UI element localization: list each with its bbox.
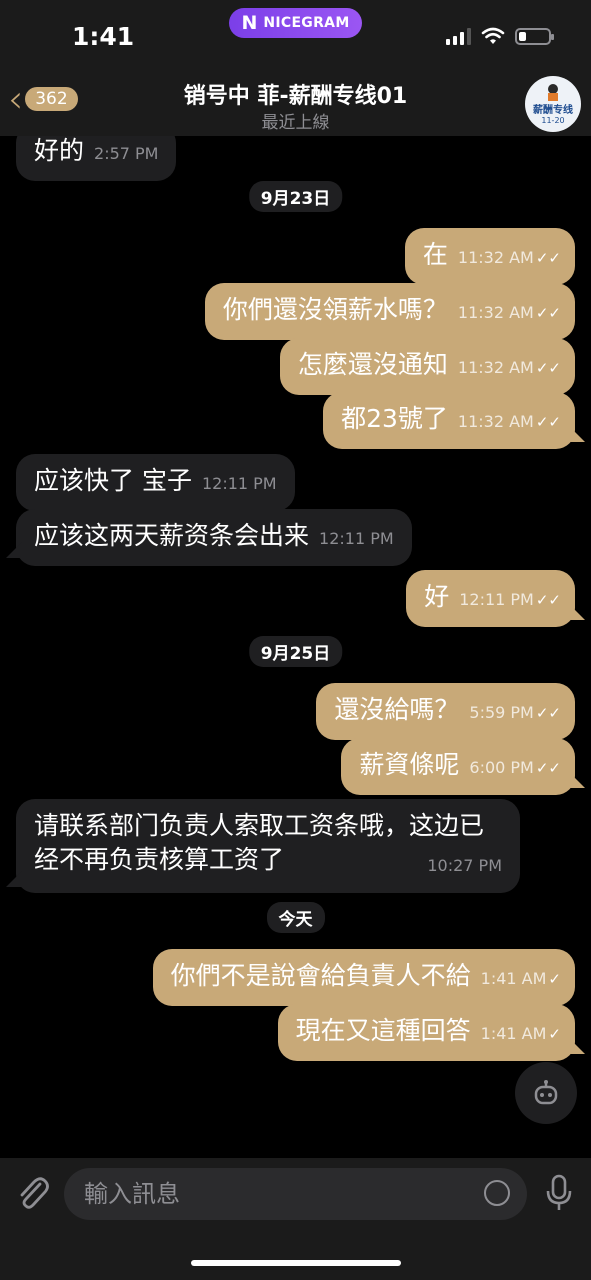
double-check-icon: ✓✓ [535,591,561,609]
message-time: 2:57 PM [94,144,159,163]
message-text: 好 [424,582,450,611]
nicegram-pill[interactable]: N NICEGRAM [229,8,362,38]
message-time: 11:32 AM [457,412,534,431]
message-text: 你們不是說會給負責人不給 [170,961,471,990]
wifi-icon [481,27,505,44]
status-bar: 1:41 N NICEGRAM [0,0,591,70]
double-check-icon: ✓✓ [535,413,561,431]
message-bubble-outgoing[interactable]: 你們不是說會給負責人不給 1:41 AM ✓ [152,949,575,1006]
double-check-icon: ✓✓ [535,759,561,777]
date-separator: 9月23日 [248,181,343,212]
bubble-tail [569,1038,585,1054]
avatar-subtext: 11-20 [541,116,565,125]
message-time: 10:27 PM [427,856,502,875]
avatar[interactable]: 薪酬专线 11-20 [525,76,581,132]
bot-button[interactable] [515,1062,577,1124]
check-icon: ✓ [548,970,561,988]
message-time: 1:41 AM [480,969,547,988]
bubble-tail [569,604,585,620]
message-bubble-incoming[interactable]: 应该这两天薪资条会出来 12:11 PM [16,509,412,566]
message-time: 12:11 PM [201,474,277,493]
chat-header: ‹ 362 销号中 菲-薪酬专线01 最近上線 薪酬专线 11-20 [0,70,591,136]
message-time: 11:32 AM [457,248,534,267]
clock: 1:41 [72,22,135,51]
battery-icon [515,27,554,45]
double-check-icon: ✓✓ [535,704,561,722]
message-text: 你們還沒領薪水嗎？ [222,295,448,324]
chat-subtitle: 最近上線 [261,113,330,133]
message-time: 12:11 PM [319,529,394,548]
check-icon: ✓ [548,1025,561,1043]
message-time: 5:59 PM [469,703,534,722]
message-time: 11:32 AM [457,358,534,377]
message-time: 11:32 AM [457,303,534,322]
message-text: 薪資條呢 [359,750,460,779]
message-bubble-incoming[interactable]: 应该快了 宝子 12:11 PM [16,454,295,511]
double-check-icon: ✓✓ [535,304,561,322]
message-text: 怎麼還沒通知 [297,350,448,379]
message-text: 在 [422,240,448,269]
nicegram-logo-icon: N [241,12,258,34]
message-text: 好的 [34,136,85,165]
bubble-tail [6,542,22,558]
signal-icon [446,27,471,45]
message-bubble-outgoing[interactable]: 你們還沒領薪水嗎？ 11:32 AM ✓✓ [204,283,575,340]
message-bubble-outgoing[interactable]: 怎麼還沒通知 11:32 AM ✓✓ [279,338,575,395]
sticker-icon[interactable] [484,1180,510,1206]
avatar-text: 薪酬专线 [533,105,573,116]
message-bubble-outgoing[interactable]: 在 11:32 AM ✓✓ [404,228,575,285]
date-separator: 今天 [266,902,325,933]
message-bubble-outgoing[interactable]: 好 12:11 PM ✓✓ [406,570,575,627]
message-bubble-outgoing[interactable]: 還沒給嗎？ 5:59 PM ✓✓ [316,683,575,740]
double-check-icon: ✓✓ [535,249,561,267]
message-bubble-incoming[interactable]: 好的 2:57 PM [16,136,177,181]
message-text: 都23號了 [341,404,448,433]
message-time: 6:00 PM [469,758,534,777]
paperclip-icon[interactable] [14,1172,50,1212]
home-indicator [191,1260,401,1266]
message-list[interactable]: 好的 2:57 PM 9月23日 在 11:32 AM ✓✓ 你們還沒領薪水嗎？ 11:… [0,136,591,1158]
message-bubble-outgoing[interactable]: 薪資條呢 6:00 PM ✓✓ [341,738,575,795]
double-check-icon: ✓✓ [535,359,561,377]
microphone-icon[interactable] [544,1174,574,1212]
date-separator: 9月25日 [248,636,343,667]
message-input[interactable] [64,1168,527,1220]
nicegram-label: NICEGRAM [263,15,350,31]
bubble-tail [569,772,585,788]
message-text: 現在又這種回答 [295,1016,471,1045]
bot-icon [534,1080,558,1105]
message-bubble-outgoing[interactable]: 都23號了 11:32 AM ✓✓ [323,392,575,449]
message-bubble-incoming[interactable]: 请联系部门负责人索取工资条哦，这边已经不再负责核算工资了 10:27 PM [16,799,520,893]
avatar-figure-icon [548,84,558,101]
message-text: 应该快了 宝子 [34,466,192,495]
message-text: 应该这两天薪资条会出来 [34,521,310,550]
system-icons [446,27,554,45]
message-bubble-outgoing[interactable]: 現在又這種回答 1:41 AM ✓ [277,1004,575,1061]
message-text: 還沒給嗎？ [334,695,460,724]
bubble-tail [6,871,22,887]
message-time: 1:41 AM [480,1024,547,1043]
chat-title[interactable]: 销号中 菲-薪酬专线01 [0,78,591,110]
message-time: 12:11 PM [459,590,534,609]
message-text: 请联系部门负责人索取工资条哦，这边已经不再负责核算工资了 [34,811,485,874]
